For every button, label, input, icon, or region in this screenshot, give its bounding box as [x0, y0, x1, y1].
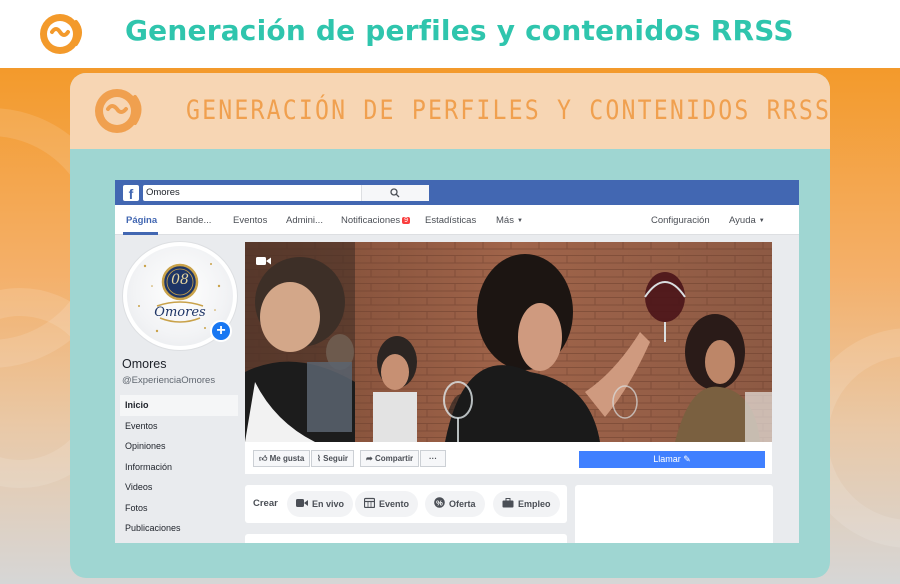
create-post-bar: Crear En vivo Evento % Oferta Empleo	[245, 485, 567, 523]
caret-down-icon: ▼	[516, 218, 523, 224]
calendar-icon	[364, 497, 375, 508]
tab-ayuda-label: Ayuda	[729, 215, 756, 226]
video-camera-icon	[256, 257, 271, 265]
page-handle[interactable]: @ExperienciaOmores	[122, 375, 215, 386]
share-label: Compartir	[374, 454, 414, 463]
active-tab-indicator	[123, 232, 158, 235]
offer-label: Oferta	[449, 499, 476, 509]
tab-pagina[interactable]: Página	[126, 215, 157, 226]
cover-video[interactable]	[245, 242, 772, 442]
job-label: Empleo	[518, 499, 551, 509]
page-name: Omores	[122, 357, 167, 371]
tab-notificaciones-label: Notificaciones	[341, 215, 401, 226]
sidebar-item-fotos[interactable]: Fotos	[120, 498, 238, 519]
create-label: Crear	[253, 498, 278, 509]
svg-text:%: %	[436, 498, 443, 507]
follow-button[interactable]: ⌇ Seguir	[311, 450, 355, 467]
page-title: Generación de perfiles y contenidos RRSS	[125, 14, 794, 47]
tab-mas[interactable]: Más ▼	[496, 215, 523, 226]
event-button[interactable]: Evento	[355, 491, 419, 517]
sidebar-item-opiniones[interactable]: Opiniones	[120, 436, 238, 457]
sidebar-item-eventos[interactable]: Eventos	[120, 416, 238, 437]
tab-estadisticas[interactable]: Estadísticas	[425, 215, 476, 226]
sidebar-item-informacion[interactable]: Información	[120, 457, 238, 478]
post-composer[interactable]	[245, 534, 567, 543]
facebook-search-box[interactable]: Omores	[143, 185, 429, 201]
tab-admin[interactable]: Admini...	[286, 215, 323, 226]
logo-text: Omores	[154, 305, 206, 320]
like-label: Me gusta	[269, 454, 305, 463]
sidebar-item-inicio[interactable]: Inicio	[120, 395, 238, 416]
share-button[interactable]: ➦ Compartir	[360, 450, 420, 467]
brand-logo-icon	[40, 14, 82, 54]
live-video-icon	[296, 499, 308, 507]
tab-bandeja[interactable]: Bande...	[176, 215, 211, 226]
facebook-logo-icon[interactable]: f	[123, 185, 139, 202]
facebook-page-screenshot: f Omores Página Bande... Eventos Admini.…	[115, 180, 799, 543]
search-icon	[390, 188, 400, 198]
call-label: Llamar	[653, 454, 681, 464]
offer-button[interactable]: % Oferta	[425, 491, 485, 517]
preview-card: GENERACIÓN DE PERFILES Y CONTENIDOS RRSS…	[70, 73, 830, 578]
tab-mas-label: Más	[496, 215, 514, 226]
tab-configuracion[interactable]: Configuración	[651, 215, 710, 226]
like-icon: 👍︎	[259, 454, 268, 463]
card-header: GENERACIÓN DE PERFILES Y CONTENIDOS RRSS	[70, 73, 830, 149]
more-options-button[interactable]: ···	[420, 450, 446, 467]
page-action-bar: 👍︎ Me gusta ⌇ Seguir ➦ Compartir ··· Lla…	[245, 442, 772, 474]
facebook-top-bar: f Omores	[115, 180, 799, 205]
page-header: Generación de perfiles y contenidos RRSS	[0, 0, 900, 68]
job-button[interactable]: Empleo	[493, 491, 560, 517]
search-button[interactable]	[361, 185, 429, 201]
event-label: Evento	[379, 499, 410, 509]
rss-icon: ⌇	[317, 454, 321, 463]
live-video-button[interactable]: En vivo	[287, 491, 354, 517]
card-title: GENERACIÓN DE PERFILES Y CONTENIDOS RRSS	[186, 95, 830, 126]
caret-down-icon: ▼	[758, 218, 765, 224]
page-tabs: Página Bande... Eventos Admini... Notifi…	[115, 205, 799, 235]
sidebar-item-publicaciones[interactable]: Publicaciones	[120, 518, 238, 539]
offer-tag-icon: %	[434, 497, 445, 508]
tab-ayuda[interactable]: Ayuda ▼	[729, 215, 765, 226]
logo-number: 08	[171, 272, 189, 288]
tab-eventos[interactable]: Eventos	[233, 215, 267, 226]
briefcase-icon	[502, 498, 514, 508]
right-column-card	[575, 485, 773, 543]
share-icon: ➦	[366, 454, 373, 463]
sidebar-nav: Inicio Eventos Opiniones Información Vid…	[120, 395, 238, 539]
add-photo-button[interactable]: +	[210, 320, 232, 342]
cover-image	[245, 242, 772, 442]
brand-logo-icon	[95, 89, 142, 133]
search-input[interactable]: Omores	[146, 187, 180, 198]
follow-label: Seguir	[323, 454, 349, 463]
tab-notificaciones[interactable]: Notificaciones 9	[341, 215, 411, 226]
notification-badge: 9	[402, 217, 411, 224]
call-button[interactable]: Llamar ✎	[579, 451, 765, 468]
live-label: En vivo	[312, 499, 345, 509]
like-button[interactable]: 👍︎ Me gusta	[253, 450, 311, 467]
sidebar-item-videos[interactable]: Videos	[120, 477, 238, 498]
pencil-icon: ✎	[683, 454, 691, 464]
